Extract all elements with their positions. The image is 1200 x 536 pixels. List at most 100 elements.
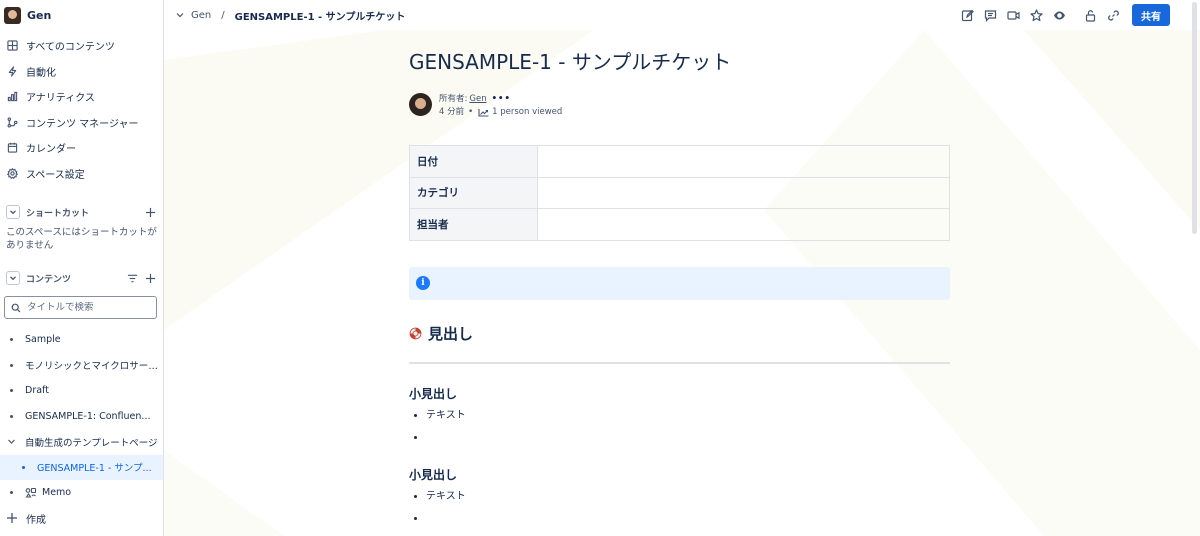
add-shortcut-icon[interactable] xyxy=(143,205,157,219)
last-updated: 4 分前 xyxy=(439,107,465,117)
sidebar-item-all-content[interactable]: すべてのコンテンツ xyxy=(0,33,163,59)
bullet-dot xyxy=(22,465,25,469)
tree-item-label: Sample xyxy=(25,334,61,346)
chevron-down-icon[interactable] xyxy=(6,205,20,219)
heading-1-text: 見出し xyxy=(428,325,474,343)
sidebar-nav: すべてのコンテンツ 自動化 アナリティクス コンテンツ マネージャー カレンダー xyxy=(0,33,163,186)
tree-item-label: 自動生成のテンプレートページ xyxy=(25,437,158,449)
chevron-down-icon[interactable] xyxy=(6,271,20,285)
tree-item-draft[interactable]: Draft xyxy=(0,378,163,404)
bullet-list: テキスト xyxy=(409,409,950,453)
sidebar-item-label: すべてのコンテンツ xyxy=(26,42,115,54)
shortcuts-section-header: ショートカット xyxy=(0,200,163,224)
tree-item-label: GENSAMPLE-1: Confluen... xyxy=(25,410,151,422)
bar-chart-icon xyxy=(6,91,18,103)
divider xyxy=(409,361,950,364)
grid-icon xyxy=(6,40,18,52)
sidebar-item-content-manager[interactable]: コンテンツ マネージャー xyxy=(0,110,163,136)
list-item: テキスト xyxy=(426,490,950,512)
title-search-input[interactable] xyxy=(27,302,147,313)
property-value[interactable] xyxy=(537,176,950,209)
list-item: テキスト xyxy=(426,409,950,431)
tree-item-gensample-current[interactable]: GENSAMPLE-1 - サンプ... xyxy=(0,454,163,480)
sidebar-item-analytics[interactable]: アナリティクス xyxy=(0,84,163,110)
video-icon[interactable] xyxy=(1002,4,1025,26)
eye-icon[interactable] xyxy=(1048,4,1071,26)
space-header[interactable]: Gen xyxy=(0,0,163,30)
create-button[interactable]: 作成 xyxy=(0,506,163,531)
breadcrumb-separator: / xyxy=(221,9,225,21)
tree-item-label: GENSAMPLE-1 - サンプ... xyxy=(37,463,152,475)
sidebar-item-space-settings[interactable]: スペース設定 xyxy=(0,161,163,187)
tree-item-memo[interactable]: Memo xyxy=(0,480,163,506)
lifebuoy-icon xyxy=(409,327,422,340)
create-label: 作成 xyxy=(26,514,46,526)
whiteboard-icon xyxy=(25,487,37,499)
tree-item-auto-template[interactable]: 自動生成のテンプレートページ xyxy=(0,429,163,455)
add-content-icon[interactable] xyxy=(143,271,157,285)
table-row: 担当者 xyxy=(409,208,950,241)
list-item xyxy=(426,512,950,534)
tree-item-label: Memo xyxy=(42,487,72,499)
gear-icon xyxy=(6,167,18,179)
sidebar-item-label: スペース設定 xyxy=(26,169,85,181)
content-tree: Sample モノリシックとマイクロサービス... Draft GENSAMPL… xyxy=(0,327,163,506)
info-panel: i xyxy=(409,266,950,300)
owner-link[interactable]: Gen xyxy=(469,93,486,106)
top-bar: Gen / GENSAMPLE-1 - サンプルチケット 共有 xyxy=(165,0,1200,30)
bullet-dot xyxy=(10,338,13,342)
chevron-down-icon[interactable] xyxy=(175,10,185,20)
bullet-dot xyxy=(10,491,13,495)
shortcuts-empty-message: このスペースにはショートカットがありません xyxy=(6,227,157,251)
property-key: 日付 xyxy=(409,145,538,178)
lightning-icon xyxy=(6,65,18,77)
property-value[interactable] xyxy=(537,145,950,178)
sidebar-item-label: 自動化 xyxy=(26,67,56,79)
info-icon: i xyxy=(416,276,430,290)
owner-avatar[interactable] xyxy=(409,93,432,116)
title-search-box[interactable] xyxy=(4,296,157,319)
trending-up-icon xyxy=(478,109,489,117)
page-title: GENSAMPLE-1 - サンプルチケット xyxy=(409,50,732,74)
star-icon[interactable] xyxy=(1025,4,1048,26)
unlock-icon[interactable] xyxy=(1079,4,1102,26)
content-section-header: コンテンツ xyxy=(0,266,163,290)
bullet-dot xyxy=(10,363,13,367)
breadcrumb-current-page[interactable]: GENSAMPLE-1 - サンプルチケット xyxy=(235,8,406,23)
sidebar-item-label: アナリティクス xyxy=(26,93,95,105)
shortcuts-label: ショートカット xyxy=(26,208,90,219)
byline-bullet: • xyxy=(468,107,474,117)
content-manager-icon xyxy=(6,116,18,128)
view-count[interactable]: 1 person viewed xyxy=(492,106,562,119)
sidebar-item-automation[interactable]: 自動化 xyxy=(0,59,163,85)
bullet-list: テキスト xyxy=(409,490,950,534)
scrollbar[interactable] xyxy=(1188,0,1200,536)
calendar-icon xyxy=(6,142,18,154)
comment-icon[interactable] xyxy=(979,4,1002,26)
breadcrumb-space[interactable]: Gen xyxy=(191,10,211,21)
chevron-down-icon[interactable] xyxy=(7,437,17,447)
property-value[interactable] xyxy=(537,208,950,241)
property-key: カテゴリ xyxy=(409,176,538,209)
edit-icon[interactable] xyxy=(956,4,979,26)
link-icon[interactable] xyxy=(1102,4,1125,26)
bullet-dot xyxy=(10,414,13,418)
page-toolbar: 共有 xyxy=(956,4,1170,26)
tree-item-gensample-confluence[interactable]: GENSAMPLE-1: Confluen... xyxy=(0,404,163,430)
tree-item-monolithic[interactable]: モノリシックとマイクロサービス... xyxy=(0,353,163,379)
byline-meta: 所有者: Gen ••• 4 分前 • 1 person viewed xyxy=(439,93,562,119)
sidebar-item-calendar[interactable]: カレンダー xyxy=(0,135,163,161)
tree-item-label: Draft xyxy=(25,385,49,397)
search-icon xyxy=(11,303,21,312)
tree-item-sample[interactable]: Sample xyxy=(0,327,163,353)
sidebar-item-label: カレンダー xyxy=(26,144,76,156)
page-byline: 所有者: Gen ••• 4 分前 • 1 person viewed xyxy=(409,93,950,119)
share-button[interactable]: 共有 xyxy=(1132,4,1170,26)
filter-icon[interactable] xyxy=(125,271,139,285)
more-actions-icon[interactable]: ••• xyxy=(492,93,511,106)
scrollbar-thumb[interactable] xyxy=(1192,2,1197,234)
sidebar-item-label: コンテンツ マネージャー xyxy=(26,118,139,130)
properties-table: 日付 カテゴリ 担当者 xyxy=(409,145,950,241)
